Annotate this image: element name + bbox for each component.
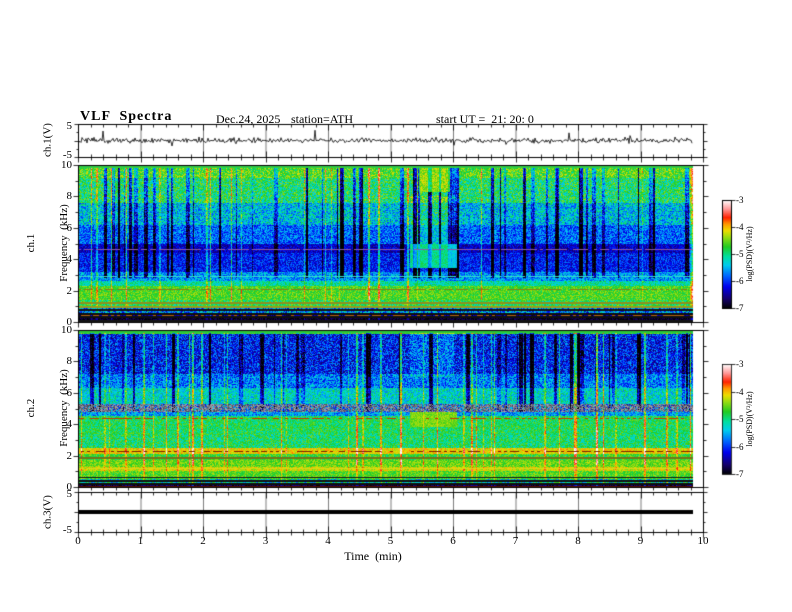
ch1-frequency-unit-label: Frequency (kHz) [58,204,70,282]
x-tick-label: 8 [575,535,581,547]
voltage-tick-label: -5 [62,149,72,161]
colorbar-tick-label: -7 [736,303,744,313]
x-tick-label: 6 [450,535,456,547]
ch2-frequency-axis-label: ch.2 Frequency (kHz) [4,369,92,447]
colorbar-tick-label: -4 [736,222,744,232]
colorbar-tick-label: -6 [736,276,744,286]
x-tick-label: 0 [75,535,81,547]
frequency-tick-label: 6 [66,386,73,399]
start-ut-label: start UT = 21: 20: 0 [436,112,534,126]
frequency-tick-label: 2 [66,449,73,462]
x-tick-label: 4 [325,535,331,547]
plot-title: VLF Spectra [80,109,173,124]
station-label: station=ATH [291,112,354,126]
ch1-frequency-axis-label: ch.1 Frequency (kHz) [4,204,92,282]
voltage-tick-label: 5 [66,488,73,500]
x-tick-label: 10 [697,535,709,547]
frequency-tick-label: 6 [66,221,73,234]
colorbar-tick-label: -6 [736,441,744,452]
ch1-channel-label: ch.1 [25,233,37,253]
ch2-channel-label: ch.2 [25,398,37,418]
date-label: Dec.24, 2025 [216,112,281,126]
vlf-spectra-figure: VLF Spectra Dec.24, 2025 station=ATH sta… [0,0,792,612]
colorbar-tick-label: -3 [736,359,744,369]
x-tick-label: 2 [200,535,206,547]
frequency-tick-label: 2 [66,284,73,297]
x-tick-label: 9 [637,535,644,547]
x-tick-label: 5 [387,535,394,547]
colorbar-tick-label: -7 [736,469,744,479]
frequency-tick-label: 8 [66,190,73,203]
colorbar-tick-label: -3 [736,195,744,205]
voltage-tick-label: 5 [66,120,73,132]
x-tick-label: 3 [262,535,269,547]
frequency-tick-label: 10 [61,324,72,336]
frequency-tick-label: 4 [66,253,73,266]
plot-canvas [0,0,792,612]
colorbar-tick-label: -5 [736,414,744,424]
frequency-tick-label: 8 [66,355,73,368]
colorbar-tick-label: -5 [736,249,744,259]
frequency-tick-label: 4 [66,418,73,431]
x-tick-label: 1 [137,535,144,547]
time-axis-label: Time (min) [344,549,402,563]
voltage-tick-label: -5 [62,524,72,536]
x-tick-label: 7 [512,535,519,547]
colorbar-tick-label: -4 [736,386,744,397]
ch2-frequency-unit-label: Frequency (kHz) [58,369,70,447]
